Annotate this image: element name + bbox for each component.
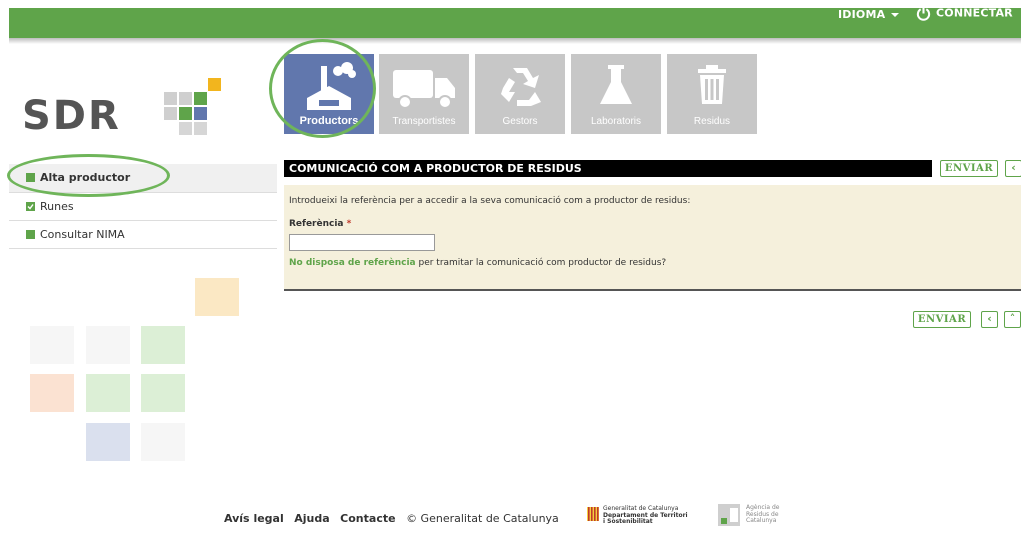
send-button-bottom[interactable]: ENVIAR — [913, 311, 971, 328]
copyright-text: © Generalitat de Catalunya — [406, 512, 559, 525]
language-label: IDIOMA — [838, 8, 886, 21]
intro-text: Introdueixi la referència per a accedir … — [289, 196, 691, 206]
truck-icon — [393, 70, 455, 109]
category-tile-residus[interactable]: Residus — [667, 54, 757, 134]
square-icon — [26, 230, 35, 239]
flask-icon — [600, 65, 632, 104]
connect-button[interactable]: CONNECTAR — [916, 6, 1013, 21]
recycle-icon — [501, 68, 541, 106]
category-tile-gestors[interactable]: Gestors — [475, 54, 565, 134]
connect-label: CONNECTAR — [936, 6, 1013, 20]
check-square-icon — [26, 202, 35, 211]
highlight-circle — [269, 39, 376, 138]
back-button-bottom[interactable]: ‹ — [981, 311, 998, 328]
language-menu[interactable]: IDIOMA — [838, 8, 900, 21]
highlight-ellipse — [7, 154, 170, 197]
chevron-left-icon: ‹ — [987, 312, 992, 325]
legal-link[interactable]: Avís legal — [224, 512, 284, 525]
contact-link[interactable]: Contacte — [340, 512, 395, 525]
footer-links: Avís legal Ajuda Contacte © Generalitat … — [224, 512, 559, 525]
required-mark: * — [346, 219, 352, 229]
gencat-line3: i Sostenibilitat — [603, 518, 653, 525]
scroll-top-button[interactable]: ˄ — [1004, 311, 1021, 328]
category-tile-transportistes[interactable]: Transportistes — [379, 54, 469, 134]
reference-input[interactable] — [289, 234, 435, 251]
send-button-top[interactable]: ENVIAR — [940, 160, 998, 177]
senyera-icon — [587, 507, 599, 521]
power-icon — [916, 6, 931, 21]
logo-text: SDR — [22, 93, 121, 139]
sidebar-item-label: Consultar NIMA — [40, 228, 125, 241]
chevron-up-icon: ˄ — [1009, 312, 1016, 325]
category-label: Transportistes — [392, 116, 456, 127]
category-label: Laboratoris — [590, 116, 642, 127]
reference-label-text: Referència — [289, 219, 344, 229]
no-reference-text: per tramitar la comunicació com producto… — [418, 258, 667, 268]
arc-line3: Catalunya — [746, 517, 777, 524]
category-tile-laboratoris[interactable]: Laboratoris — [571, 54, 661, 134]
trash-icon — [698, 65, 726, 104]
chevron-down-icon — [891, 13, 900, 17]
chevron-left-icon: ‹ — [1011, 161, 1016, 174]
no-reference-line: No disposa de referència per tramitar la… — [289, 258, 666, 268]
arc-emblem-icon — [718, 504, 740, 526]
section-title: COMUNICACIÓ COM A PRODUCTOR DE RESIDUS — [284, 160, 932, 177]
category-label: Residus — [693, 116, 731, 127]
help-link[interactable]: Ajuda — [294, 512, 329, 525]
sidebar-item-runes[interactable]: Runes — [9, 193, 277, 221]
back-button-top[interactable]: ‹ — [1005, 160, 1021, 177]
no-reference-link[interactable]: No disposa de referència — [289, 258, 416, 268]
reference-label: Referència * — [289, 219, 351, 229]
category-label: Gestors — [502, 116, 538, 127]
sidebar-item-consultar-nima[interactable]: Consultar NIMA — [9, 221, 277, 249]
sidebar-item-label: Runes — [40, 200, 74, 213]
